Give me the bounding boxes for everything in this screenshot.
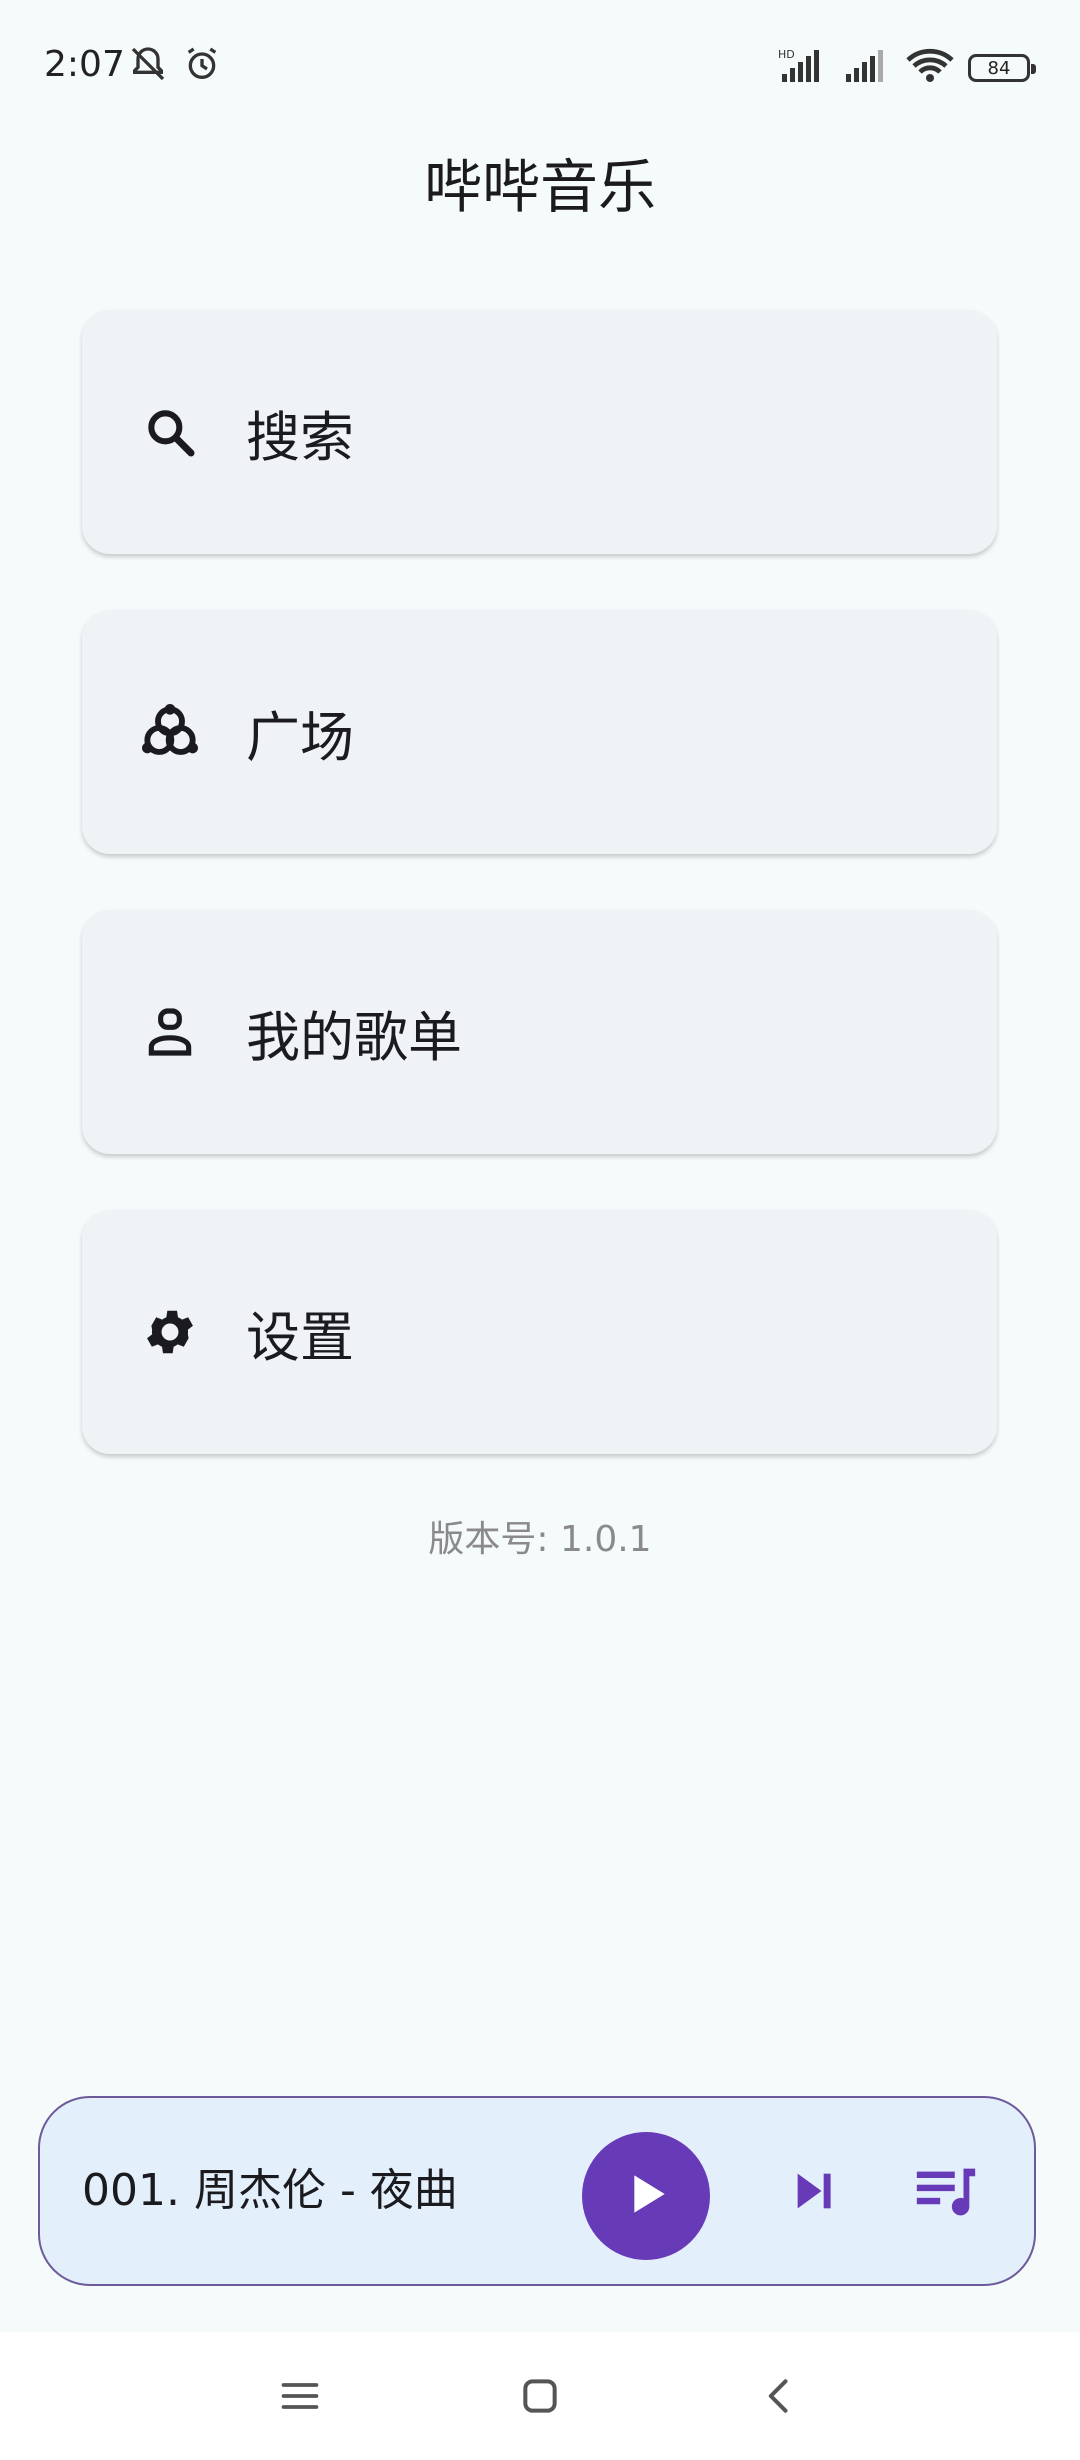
menu-item-my-playlists[interactable]: 我的歌单	[82, 910, 997, 1154]
version-label: 版本号: 1.0.1	[428, 1519, 652, 1560]
menu-item-plaza[interactable]: 广场	[82, 610, 997, 854]
menu-icon	[278, 2374, 322, 2422]
queue-music-icon	[911, 2157, 981, 2231]
nav-back-button[interactable]	[740, 2358, 820, 2438]
mini-player[interactable]: 001. 周杰伦 - 夜曲	[38, 2096, 1036, 2286]
user-playlist-icon	[138, 1000, 202, 1064]
signal-icon	[844, 48, 892, 88]
menu-item-label: 广场	[246, 705, 354, 769]
home-square-icon	[518, 2374, 562, 2422]
status-time: 2:07	[44, 44, 125, 85]
menu-item-label: 设置	[246, 1305, 354, 1369]
gear-icon	[138, 1300, 202, 1364]
nav-home-button[interactable]	[500, 2358, 580, 2438]
back-chevron-icon	[758, 2374, 802, 2422]
system-nav-bar	[0, 2332, 1080, 2460]
signal-hd-icon: HD	[778, 48, 830, 88]
menu-item-search[interactable]: 搜索	[82, 310, 997, 554]
play-button[interactable]	[582, 2132, 710, 2260]
play-icon	[618, 2166, 674, 2226]
battery-indicator: 84	[968, 54, 1036, 82]
next-track-button[interactable]	[780, 2158, 850, 2228]
search-icon	[138, 400, 202, 464]
plaza-icon	[138, 700, 202, 764]
menu-item-label: 我的歌单	[246, 1005, 462, 1069]
nav-menu-button[interactable]	[260, 2358, 340, 2438]
skip-next-icon	[789, 2165, 841, 2221]
playlist-queue-button[interactable]	[906, 2154, 986, 2234]
page-title: 哔哔音乐	[423, 153, 656, 221]
menu-item-settings[interactable]: 设置	[82, 1210, 997, 1454]
status-bar: 2:07 HD 84	[0, 0, 1080, 130]
now-playing-track[interactable]: 001. 周杰伦 - 夜曲	[82, 2098, 458, 2284]
svg-text:HD: HD	[778, 48, 795, 61]
mute-icon	[128, 44, 168, 88]
wifi-icon	[906, 48, 954, 88]
alarm-icon	[182, 44, 222, 88]
menu-item-label: 搜索	[246, 405, 354, 469]
